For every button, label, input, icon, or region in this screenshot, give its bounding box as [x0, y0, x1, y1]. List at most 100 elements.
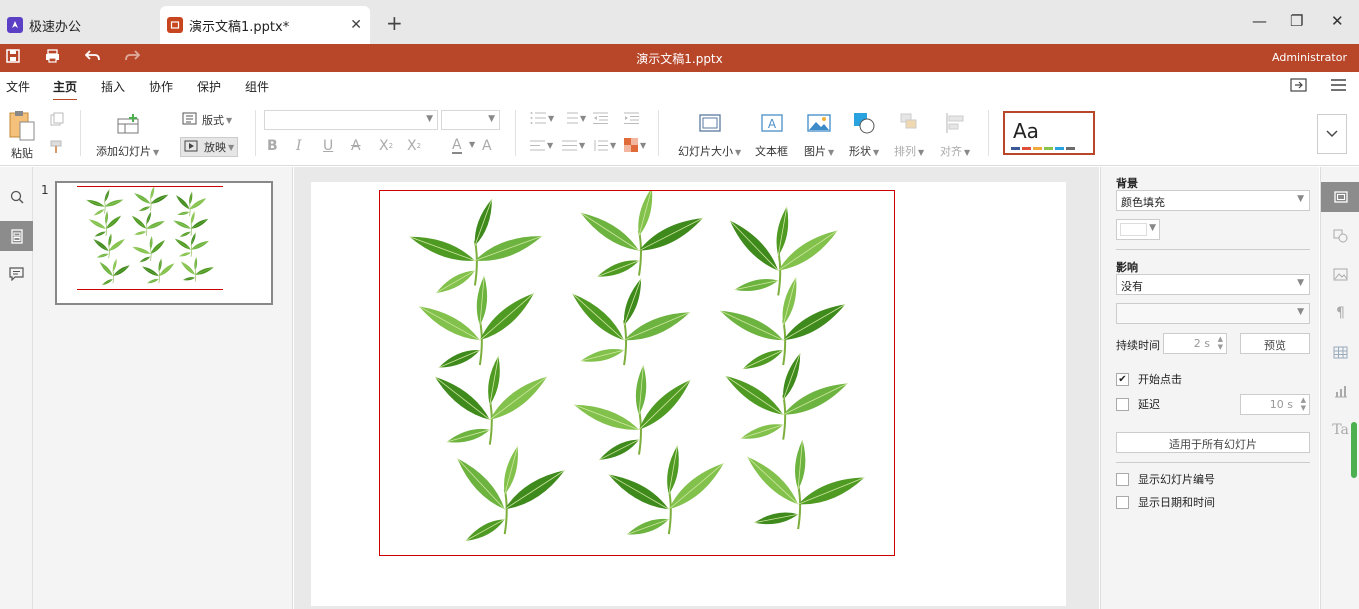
minimize-button[interactable]: —	[1252, 12, 1267, 30]
paste-label: 粘贴	[11, 147, 33, 160]
paste-button[interactable]: 粘贴	[8, 110, 36, 161]
shape-fill-icon[interactable]: ▼	[624, 138, 646, 152]
tea-leaf-cluster	[456, 446, 565, 542]
bullet-list-icon[interactable]: ▼	[530, 112, 554, 124]
background-color-picker[interactable]: ▼	[1116, 219, 1160, 240]
tab-document[interactable]: 演示文稿1.pptx* ✕	[160, 6, 370, 44]
user-name[interactable]: Administrator	[1272, 51, 1347, 64]
show-slide-number-checkbox[interactable]: 显示幻灯片编号	[1116, 471, 1215, 487]
menu-file[interactable]: 文件	[6, 78, 30, 95]
delay-checkbox[interactable]: 延迟	[1116, 396, 1160, 412]
restore-button[interactable]: ❐	[1290, 12, 1303, 30]
tea-leaf-cluster	[180, 256, 214, 282]
table-settings-tab[interactable]	[1321, 337, 1359, 367]
duration-spinner[interactable]: 2 s ▲ ▼	[1163, 333, 1227, 354]
slide[interactable]	[311, 182, 1066, 606]
image-button[interactable]: 图片 ▼	[804, 114, 834, 159]
hamburger-menu-icon[interactable]	[1331, 79, 1346, 94]
play-slideshow-button[interactable]: 放映 ▼	[180, 137, 239, 157]
strikethrough-icon[interactable]: A	[351, 138, 361, 154]
font-color-icon[interactable]: A	[452, 138, 462, 154]
slides-panel-button[interactable]	[0, 221, 33, 251]
paragraph-settings-tab[interactable]: ¶	[1321, 298, 1359, 328]
tea-leaves-image[interactable]	[379, 187, 895, 556]
underline-icon[interactable]: U	[323, 138, 333, 154]
font-size-select[interactable]: ▼	[441, 110, 500, 130]
menu-collaborate[interactable]: 协作	[149, 78, 173, 95]
increase-indent-icon[interactable]	[624, 112, 639, 124]
tab-home[interactable]: 极速办公	[0, 6, 150, 44]
italic-icon[interactable]: I	[296, 138, 302, 154]
show-date-time-checkbox[interactable]: 显示日期和时间	[1116, 494, 1215, 510]
numbered-list-icon[interactable]: ▼	[562, 112, 586, 124]
shape-button[interactable]: 形状 ▼	[849, 112, 879, 159]
transition-option-select[interactable]: ▼	[1116, 303, 1310, 324]
shape-label: 形状	[849, 145, 871, 158]
image-icon	[807, 114, 831, 135]
tea-leaf-cluster	[99, 258, 130, 286]
tea-leaf-cluster	[725, 352, 848, 440]
tab-bar: 极速办公 演示文稿1.pptx* ✕ + — ❐ ✕	[0, 0, 1359, 44]
add-slide-button[interactable]: 添加幻灯片 ▼	[96, 114, 159, 159]
search-icon	[10, 190, 23, 204]
tea-leaf-cluster	[141, 258, 175, 284]
layout-button[interactable]: 版式 ▼	[182, 112, 232, 128]
ribbon-toolbar: 粘贴 添加幻灯片 ▼ 版式 ▼ 放映 ▼ ▼ ▼ B I U A X2 X2 A ▼ …	[0, 100, 1359, 166]
slide-thumbnail[interactable]	[55, 181, 273, 305]
vertical-align-icon[interactable]: ▼	[562, 140, 585, 151]
slide-size-icon	[698, 114, 721, 135]
align-left-icon[interactable]: ▼	[530, 140, 553, 151]
background-fill-select[interactable]: 颜色填充 ▼	[1116, 190, 1310, 211]
decrease-indent-icon[interactable]	[593, 112, 608, 124]
menu-home[interactable]: 主页	[53, 78, 78, 101]
align-button[interactable]: 对齐 ▼	[940, 112, 970, 159]
apply-to-all-slides-button[interactable]: 适用于所有幻灯片	[1116, 432, 1310, 453]
font-family-select[interactable]: ▼	[264, 110, 438, 130]
ribbon-separator	[658, 110, 659, 156]
chart-settings-tab[interactable]	[1321, 376, 1359, 406]
line-spacing-icon[interactable]: ▼	[593, 140, 616, 151]
checkbox-icon	[1116, 495, 1129, 509]
format-painter-icon[interactable]	[50, 140, 64, 154]
theme-preview[interactable]: Aa	[1003, 111, 1095, 155]
presentation-icon	[167, 17, 183, 33]
close-tab-icon[interactable]: ✕	[350, 17, 362, 33]
slide-settings-tab[interactable]	[1321, 182, 1359, 212]
close-window-button[interactable]: ✕	[1331, 12, 1344, 30]
open-location-icon[interactable]	[1290, 78, 1307, 95]
menu-insert[interactable]: 插入	[101, 78, 125, 95]
preview-button[interactable]: 预览	[1240, 333, 1310, 354]
font-color-dropdown[interactable]: ▼	[467, 140, 475, 149]
new-tab-button[interactable]: +	[386, 11, 403, 35]
arrange-button[interactable]: 排列 ▼	[894, 112, 924, 159]
menu-protect[interactable]: 保护	[197, 78, 221, 95]
search-button[interactable]	[0, 182, 33, 212]
shape-settings-tab[interactable]	[1321, 221, 1359, 251]
transition-effect-select[interactable]: 没有 ▼	[1116, 274, 1310, 295]
image-settings-tab[interactable]	[1321, 259, 1359, 289]
bold-icon[interactable]: B	[267, 138, 278, 154]
clear-format-icon[interactable]: A	[482, 138, 492, 154]
subscript-icon[interactable]: X2	[407, 138, 421, 154]
left-sidebar	[0, 167, 33, 609]
superscript-icon[interactable]: X2	[379, 138, 393, 154]
delay-spinner[interactable]: 10 s ▲ ▼	[1240, 394, 1310, 415]
spinner-arrows-icon: ▲ ▼	[1300, 396, 1306, 412]
textbox-button[interactable]: A 文本框	[755, 114, 788, 159]
comments-button[interactable]	[0, 259, 33, 289]
layout-icon	[182, 112, 197, 128]
document-title: 演示文稿1.pptx	[636, 52, 723, 66]
textbox-icon: A	[760, 114, 783, 135]
shape-settings-icon	[1333, 229, 1347, 243]
delay-value: 10 s	[1269, 398, 1293, 411]
align-label: 对齐	[940, 145, 962, 158]
start-on-click-checkbox[interactable]: ✔ 开始点击	[1116, 371, 1182, 387]
tea-leaf-cluster	[131, 211, 165, 236]
tea-leaf-cluster	[86, 189, 124, 216]
menu-components[interactable]: 组件	[245, 78, 269, 95]
copy-icon[interactable]	[50, 112, 64, 126]
slide-size-button[interactable]: 幻灯片大小 ▼	[678, 114, 741, 159]
expand-ribbon-button[interactable]	[1317, 114, 1347, 154]
scrollbar-thumb[interactable]	[1351, 422, 1357, 478]
layout-label: 版式	[202, 114, 224, 127]
